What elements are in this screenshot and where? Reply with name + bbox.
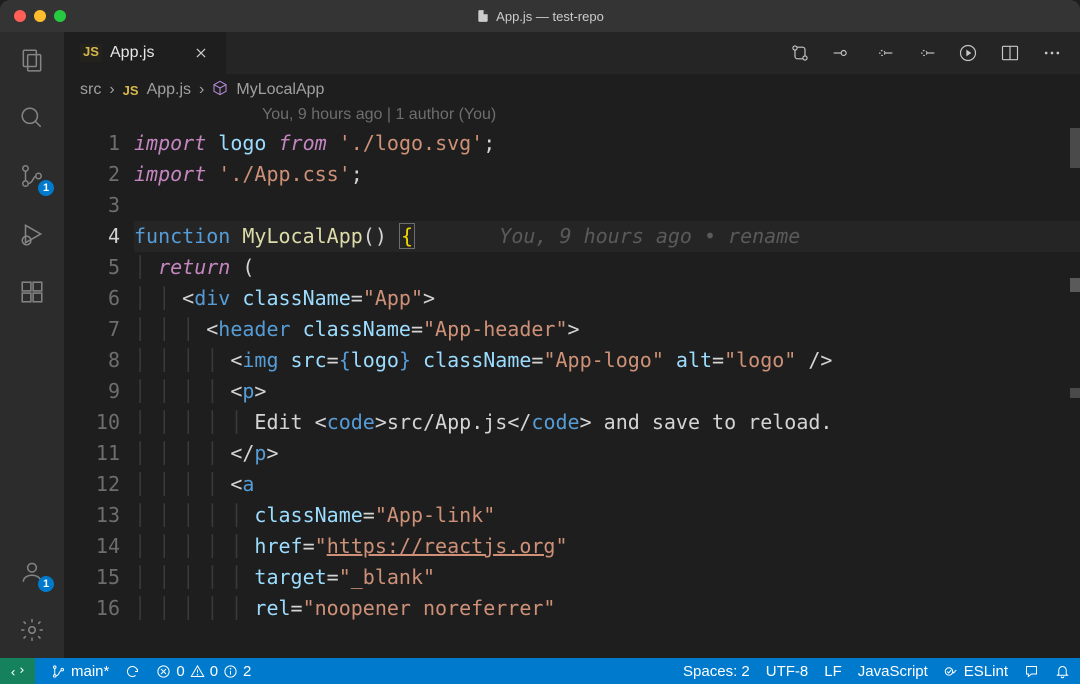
- source-control-icon[interactable]: 1: [16, 160, 48, 192]
- extensions-icon[interactable]: [16, 276, 48, 308]
- tab-app-js[interactable]: JS App.js: [64, 32, 227, 74]
- encoding-status[interactable]: UTF-8: [766, 663, 809, 680]
- titlebar: App.js — test-repo: [0, 0, 1080, 32]
- activity-bar: 1 1: [0, 32, 64, 658]
- nav-back-icon[interactable]: [832, 43, 852, 63]
- symbol-cube-icon: [212, 80, 228, 101]
- accounts-badge: 1: [38, 576, 54, 592]
- nav-forward-alt-icon[interactable]: [916, 43, 936, 63]
- chevron-right-icon: ›: [199, 81, 204, 99]
- gitlens-file-blame[interactable]: You, 9 hours ago | 1 author (You): [64, 106, 1080, 128]
- close-window-button[interactable]: [14, 10, 26, 22]
- line-number-gutter: 1 2 3 4 5 6 7 8 9 10 11 12 13 14 15 16: [64, 128, 134, 658]
- minimize-window-button[interactable]: [34, 10, 46, 22]
- close-tab-icon[interactable]: [192, 44, 210, 62]
- breadcrumb[interactable]: src › JS App.js › MyLocalApp: [64, 74, 1080, 106]
- run-icon[interactable]: [958, 43, 978, 63]
- editor-actions: [790, 32, 1080, 74]
- breadcrumb-symbol[interactable]: MyLocalApp: [236, 81, 324, 99]
- settings-gear-icon[interactable]: [16, 614, 48, 646]
- maximize-window-button[interactable]: [54, 10, 66, 22]
- file-icon: [476, 9, 490, 23]
- gitlens-inline-blame[interactable]: You, 9 hours ago • rename: [499, 224, 800, 248]
- scm-badge: 1: [38, 180, 54, 196]
- js-file-icon: JS: [123, 83, 139, 98]
- eol-status[interactable]: LF: [824, 663, 842, 680]
- search-icon[interactable]: [16, 102, 48, 134]
- run-debug-icon[interactable]: [16, 218, 48, 250]
- remote-indicator[interactable]: [0, 658, 35, 684]
- problems-status[interactable]: 0 0 2: [156, 663, 251, 680]
- tab-bar: JS App.js: [64, 32, 1080, 74]
- code-editor[interactable]: 1 2 3 4 5 6 7 8 9 10 11 12 13 14 15 16 i…: [64, 128, 1080, 658]
- git-branch-status[interactable]: main*: [51, 663, 109, 680]
- editor-area: JS App.js src › JS App.js ›: [64, 32, 1080, 658]
- eslint-status[interactable]: ESLint: [944, 663, 1008, 680]
- sync-changes-icon[interactable]: [125, 664, 140, 679]
- window-title-text: App.js — test-repo: [496, 9, 604, 24]
- feedback-icon[interactable]: [1024, 664, 1039, 679]
- split-editor-icon[interactable]: [1000, 43, 1020, 63]
- explorer-icon[interactable]: [16, 44, 48, 76]
- window-controls: [0, 10, 66, 22]
- notifications-bell-icon[interactable]: [1055, 664, 1070, 679]
- status-bar: main* 0 0 2 Spaces: 2 UTF-8 LF JavaScrip…: [0, 658, 1080, 684]
- breadcrumb-folder[interactable]: src: [80, 81, 101, 99]
- breadcrumb-file[interactable]: App.js: [147, 81, 191, 99]
- language-mode-status[interactable]: JavaScript: [858, 663, 928, 680]
- minimap[interactable]: [1064, 128, 1080, 658]
- more-actions-icon[interactable]: [1042, 43, 1062, 63]
- indentation-status[interactable]: Spaces: 2: [683, 663, 750, 680]
- tab-filename: App.js: [110, 44, 154, 62]
- nav-forward-icon[interactable]: [874, 43, 894, 63]
- js-file-icon: JS: [80, 44, 102, 62]
- accounts-icon[interactable]: 1: [16, 556, 48, 588]
- window-title: App.js — test-repo: [0, 9, 1080, 24]
- code-content[interactable]: import logo from './logo.svg'; import '.…: [134, 128, 1080, 658]
- chevron-right-icon: ›: [109, 81, 114, 99]
- compare-changes-icon[interactable]: [790, 43, 810, 63]
